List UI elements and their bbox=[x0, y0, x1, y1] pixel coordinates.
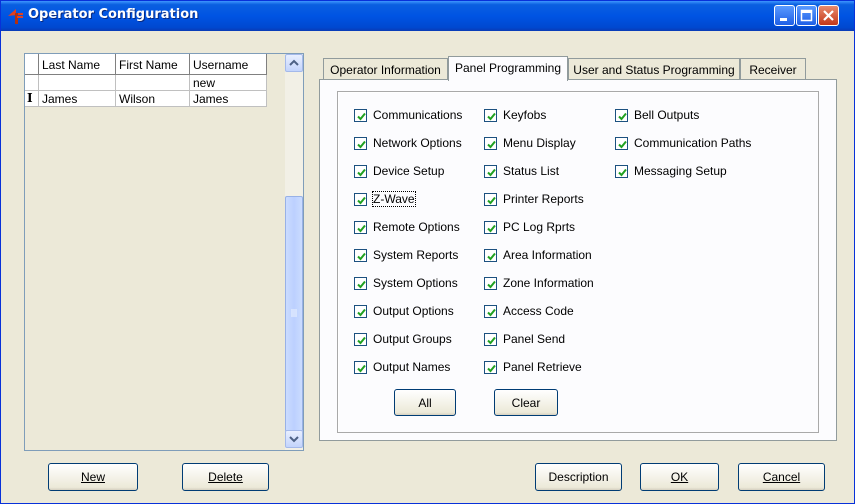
column-username[interactable]: Username bbox=[190, 54, 267, 75]
checkbox-label: Access Code bbox=[503, 304, 574, 318]
clear-button[interactable]: Clear bbox=[494, 389, 558, 416]
minimize-icon bbox=[780, 18, 787, 21]
checkbox-label: Device Setup bbox=[373, 164, 445, 178]
checkbox-label: Panel Send bbox=[503, 332, 566, 346]
checkbox-label: Output Names bbox=[373, 360, 451, 374]
checkmark-icon[interactable] bbox=[354, 221, 367, 234]
chevron-up-icon bbox=[289, 59, 299, 66]
checkbox-label: Zone Information bbox=[503, 276, 594, 290]
cell-first-name[interactable]: Wilson bbox=[116, 91, 190, 107]
ok-button[interactable]: OK bbox=[640, 463, 719, 491]
checkmark-icon[interactable] bbox=[354, 277, 367, 290]
new-button-label: New bbox=[80, 470, 105, 484]
checkmark-icon[interactable] bbox=[484, 333, 497, 346]
checkmark-icon[interactable] bbox=[354, 361, 367, 374]
table-row[interactable]: I James Wilson James bbox=[25, 91, 267, 107]
minimize-button[interactable] bbox=[774, 5, 795, 26]
row-selector-header bbox=[25, 54, 39, 75]
checkmark-icon[interactable] bbox=[615, 137, 628, 150]
cell-last-name[interactable] bbox=[39, 75, 116, 91]
checkmark-icon[interactable] bbox=[484, 249, 497, 262]
row-selector[interactable] bbox=[25, 75, 39, 91]
checkbox-label: Z-Wave bbox=[372, 191, 416, 207]
checkmark-icon[interactable] bbox=[354, 109, 367, 122]
checkmark-icon[interactable] bbox=[354, 137, 367, 150]
checkmark-icon[interactable] bbox=[484, 165, 497, 178]
checkmark-icon[interactable] bbox=[484, 137, 497, 150]
description-button[interactable]: Description bbox=[535, 463, 622, 491]
maximize-button[interactable] bbox=[796, 5, 817, 26]
checkbox-label: Communication Paths bbox=[634, 136, 752, 150]
column-last-name[interactable]: Last Name bbox=[39, 54, 116, 75]
window-title: Operator Configuration bbox=[28, 7, 199, 22]
checkbox-label: System Options bbox=[373, 276, 458, 290]
checkmark-icon[interactable] bbox=[354, 333, 367, 346]
cancel-button[interactable]: Cancel bbox=[738, 463, 825, 491]
scroll-thumb[interactable] bbox=[285, 196, 303, 432]
grip-icon bbox=[291, 309, 297, 317]
checkmark-icon[interactable] bbox=[354, 165, 367, 178]
row-selector[interactable]: I bbox=[25, 91, 39, 107]
tab-receiver[interactable]: Receiver bbox=[740, 58, 806, 80]
delete-button[interactable]: Delete bbox=[182, 463, 269, 491]
close-button[interactable] bbox=[818, 5, 839, 26]
delete-button-label: Delete bbox=[208, 470, 243, 484]
checkbox-label: Communications bbox=[373, 108, 463, 122]
checkmark-icon[interactable] bbox=[484, 193, 497, 206]
checkbox-label: Bell Outputs bbox=[634, 108, 700, 122]
ok-button-label: OK bbox=[670, 470, 689, 484]
cell-username[interactable]: new bbox=[190, 75, 267, 91]
operator-configuration-window: Operator Configuration Last Name First N… bbox=[0, 0, 855, 504]
checkbox-label: Menu Display bbox=[503, 136, 576, 150]
checkbox-label: Network Options bbox=[373, 136, 462, 150]
panel-programming-page: Communications Network Options Device Setu… bbox=[319, 79, 837, 441]
checkmark-icon[interactable] bbox=[615, 165, 628, 178]
column-first-name[interactable]: First Name bbox=[116, 54, 190, 75]
checkmark-icon[interactable] bbox=[484, 277, 497, 290]
checkbox-label: Status List bbox=[503, 164, 560, 178]
all-button[interactable]: All bbox=[394, 389, 456, 416]
checkmark-icon[interactable] bbox=[354, 193, 367, 206]
scroll-down-button[interactable] bbox=[285, 430, 303, 448]
checkbox-label: Output Groups bbox=[373, 332, 452, 346]
checkmark-icon[interactable] bbox=[484, 305, 497, 318]
cell-username[interactable]: James bbox=[190, 91, 267, 107]
new-button[interactable]: New bbox=[48, 463, 138, 491]
checkmark-icon[interactable] bbox=[354, 249, 367, 262]
checkbox-label: Area Information bbox=[503, 248, 592, 262]
checkmark-icon[interactable] bbox=[354, 305, 367, 318]
cancel-button-label: Cancel bbox=[762, 470, 801, 484]
cell-last-name[interactable]: James bbox=[39, 91, 116, 107]
maximize-icon bbox=[800, 9, 813, 22]
chevron-down-icon bbox=[289, 436, 299, 443]
checkbox-label: Keyfobs bbox=[503, 108, 547, 122]
checkmark-icon[interactable] bbox=[484, 109, 497, 122]
checkmark-icon[interactable] bbox=[484, 361, 497, 374]
scroll-up-button[interactable] bbox=[285, 54, 303, 72]
tab-operator-information[interactable]: Operator Information bbox=[323, 58, 448, 80]
checkbox-label: Output Options bbox=[373, 304, 454, 318]
tab-panel-programming[interactable]: Panel Programming bbox=[448, 56, 568, 81]
cell-first-name[interactable] bbox=[116, 75, 190, 91]
checkbox-label: Messaging Setup bbox=[634, 164, 727, 178]
checkbox-label: Panel Retrieve bbox=[503, 360, 582, 374]
checkbox-label: Remote Options bbox=[373, 220, 460, 234]
operator-grid[interactable]: Last Name First Name Username new I Jame… bbox=[24, 53, 304, 451]
checkbox-label: Printer Reports bbox=[503, 192, 584, 206]
grid-scrollbar[interactable] bbox=[285, 54, 303, 450]
permissions-group: Communications Network Options Device Setu… bbox=[337, 91, 819, 433]
close-icon bbox=[823, 10, 834, 21]
app-icon bbox=[8, 9, 23, 24]
checkbox-label: System Reports bbox=[373, 248, 459, 262]
checkmark-icon[interactable] bbox=[615, 109, 628, 122]
grid-header: Last Name First Name Username bbox=[25, 54, 267, 75]
tab-user-and-status-programming[interactable]: User and Status Programming bbox=[568, 58, 740, 80]
table-row[interactable]: new bbox=[25, 75, 267, 91]
checkmark-icon[interactable] bbox=[484, 221, 497, 234]
title-bar[interactable]: Operator Configuration bbox=[1, 1, 854, 31]
checkbox-label: PC Log Rprts bbox=[503, 220, 576, 234]
